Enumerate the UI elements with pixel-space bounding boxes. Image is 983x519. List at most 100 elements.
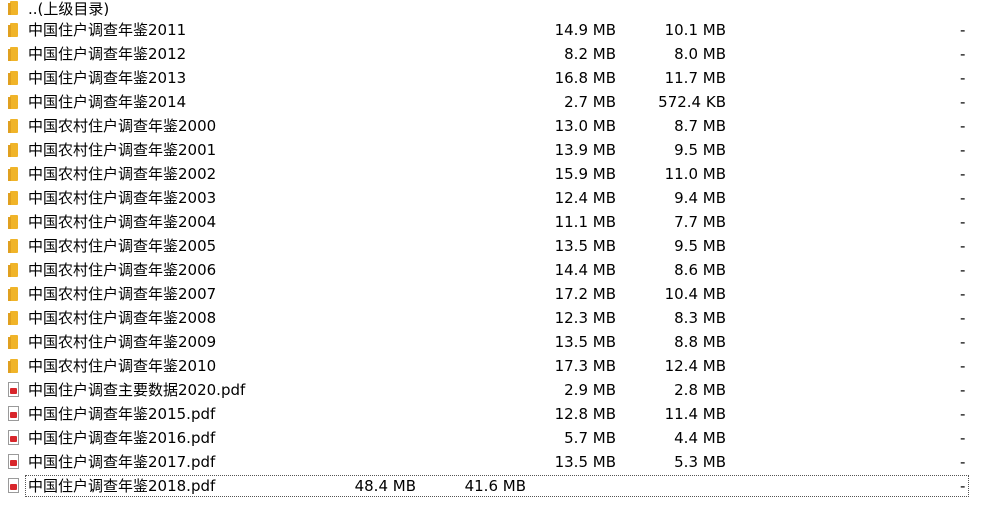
file-size: 12.3 MB — [554, 309, 616, 327]
extra-column-value: - — [960, 357, 966, 375]
file-size: 14.4 MB — [554, 261, 616, 279]
pdf-file-icon — [7, 478, 21, 494]
file-size: 17.2 MB — [554, 285, 616, 303]
folder-icon — [7, 142, 21, 158]
extra-column-value: - — [960, 453, 966, 471]
file-size: 13.9 MB — [554, 141, 616, 159]
file-size: 8.2 MB — [564, 45, 616, 63]
folder-icon — [7, 46, 21, 62]
folder-icon — [7, 310, 21, 326]
file-name: 中国住户调查年鉴2013 — [28, 69, 187, 87]
packed-size: 9.4 MB — [674, 189, 726, 207]
folder-row[interactable]: 中国农村住户调查年鉴2004 11.1 MB 7.7 MB - — [0, 210, 983, 234]
file-name: 中国住户调查年鉴2011 — [28, 21, 187, 39]
extra-column-value: - — [960, 189, 966, 207]
file-name: 中国住户调查年鉴2017.pdf — [28, 453, 216, 471]
file-list: ..(上级目录) 中国住户调查年鉴2011 14.9 MB 10.1 MB - 中国住户… — [0, 0, 983, 498]
file-size: 12.8 MB — [554, 405, 616, 423]
packed-size: 10.4 MB — [664, 285, 726, 303]
extra-column-value: - — [960, 45, 966, 63]
extra-column-value: - — [960, 21, 966, 39]
packed-size: 11.7 MB — [664, 69, 726, 87]
packed-size: 2.8 MB — [674, 381, 726, 399]
folder-row[interactable]: 中国农村住户调查年鉴2002 15.9 MB 11.0 MB - — [0, 162, 983, 186]
folder-row[interactable]: 中国农村住户调查年鉴2006 14.4 MB 8.6 MB - — [0, 258, 983, 282]
folder-icon — [7, 190, 21, 206]
file-size: 2.9 MB — [564, 381, 616, 399]
extra-column-value: - — [960, 69, 966, 87]
folder-icon — [7, 358, 21, 374]
folder-icon — [7, 166, 21, 182]
extra-column-value: - — [960, 93, 966, 111]
folder-icon — [7, 0, 21, 16]
packed-size: 5.3 MB — [674, 453, 726, 471]
file-name: 中国农村住户调查年鉴2006 — [28, 261, 217, 279]
packed-size: 9.5 MB — [674, 237, 726, 255]
file-name: 中国住户调查年鉴2015.pdf — [28, 405, 216, 423]
folder-row[interactable]: 中国住户调查年鉴2011 14.9 MB 10.1 MB - — [0, 18, 983, 42]
file-size: 48.4 MB — [354, 477, 416, 495]
folder-row[interactable]: 中国住户调查年鉴2012 8.2 MB 8.0 MB - — [0, 42, 983, 66]
packed-size: 7.7 MB — [674, 213, 726, 231]
extra-column-value: - — [960, 333, 966, 351]
folder-icon — [7, 238, 21, 254]
folder-row[interactable]: 中国住户调查年鉴2013 16.8 MB 11.7 MB - — [0, 66, 983, 90]
extra-column-value: - — [960, 381, 966, 399]
file-name: 中国农村住户调查年鉴2001 — [28, 141, 217, 159]
extra-column-value: - — [960, 405, 966, 423]
parent-directory-row[interactable]: ..(上级目录) — [0, 0, 983, 18]
file-name: 中国住户调查年鉴2016.pdf — [28, 429, 216, 447]
packed-size: 8.0 MB — [674, 45, 726, 63]
file-name: 中国农村住户调查年鉴2008 — [28, 309, 217, 327]
packed-size: 8.6 MB — [674, 261, 726, 279]
file-row[interactable]: 中国住户调查年鉴2017.pdf 13.5 MB 5.3 MB - — [0, 450, 983, 474]
file-name: 中国农村住户调查年鉴2004 — [28, 213, 217, 231]
file-size: 17.3 MB — [554, 357, 616, 375]
file-row[interactable]: 中国住户调查年鉴2015.pdf 12.8 MB 11.4 MB - — [0, 402, 983, 426]
extra-column-value: - — [960, 141, 966, 159]
packed-size: 11.4 MB — [664, 405, 726, 423]
file-size: 15.9 MB — [554, 165, 616, 183]
file-size: 11.1 MB — [554, 213, 616, 231]
packed-size: 10.1 MB — [664, 21, 726, 39]
packed-size: 9.5 MB — [674, 141, 726, 159]
packed-size: 572.4 KB — [658, 93, 726, 111]
folder-row[interactable]: 中国农村住户调查年鉴2008 12.3 MB 8.3 MB - — [0, 306, 983, 330]
folder-row[interactable]: 中国农村住户调查年鉴2007 17.2 MB 10.4 MB - — [0, 282, 983, 306]
folder-row[interactable]: 中国农村住户调查年鉴2000 13.0 MB 8.7 MB - — [0, 114, 983, 138]
folder-icon — [7, 118, 21, 134]
extra-column-value: - — [960, 117, 966, 135]
folder-icon — [7, 70, 21, 86]
file-name: 中国农村住户调查年鉴2000 — [28, 117, 217, 135]
folder-row[interactable]: 中国农村住户调查年鉴2001 13.9 MB 9.5 MB - — [0, 138, 983, 162]
file-name: 中国住户调查年鉴2014 — [28, 93, 187, 111]
pdf-file-icon — [7, 454, 21, 470]
folder-icon — [7, 334, 21, 350]
folder-row[interactable]: 中国农村住户调查年鉴2010 17.3 MB 12.4 MB - — [0, 354, 983, 378]
file-size: 13.5 MB — [554, 237, 616, 255]
extra-column-value: - — [960, 477, 966, 495]
folder-icon — [7, 22, 21, 38]
folder-row[interactable]: 中国住户调查年鉴2014 2.7 MB 572.4 KB - — [0, 90, 983, 114]
folder-icon — [7, 286, 21, 302]
file-row[interactable]: 中国住户调查主要数据2020.pdf 2.9 MB 2.8 MB - — [0, 378, 983, 402]
packed-size: 41.6 MB — [464, 477, 526, 495]
packed-size: 11.0 MB — [664, 165, 726, 183]
folder-row[interactable]: 中国农村住户调查年鉴2005 13.5 MB 9.5 MB - — [0, 234, 983, 258]
packed-size: 8.3 MB — [674, 309, 726, 327]
packed-size: 8.7 MB — [674, 117, 726, 135]
file-name: 中国农村住户调查年鉴2010 — [28, 357, 217, 375]
file-name: 中国农村住户调查年鉴2002 — [28, 165, 217, 183]
folder-icon — [7, 214, 21, 230]
folder-row[interactable]: 中国农村住户调查年鉴2003 12.4 MB 9.4 MB - — [0, 186, 983, 210]
file-name: 中国农村住户调查年鉴2009 — [28, 333, 217, 351]
packed-size: 12.4 MB — [664, 357, 726, 375]
folder-icon — [7, 262, 21, 278]
file-size: 13.5 MB — [554, 453, 616, 471]
file-row[interactable]: 中国住户调查年鉴2016.pdf 5.7 MB 4.4 MB - — [0, 426, 983, 450]
file-size: 13.0 MB — [554, 117, 616, 135]
folder-row[interactable]: 中国农村住户调查年鉴2009 13.5 MB 8.8 MB - — [0, 330, 983, 354]
file-row[interactable]: 中国住户调查年鉴2018.pdf 48.4 MB 41.6 MB - — [8, 474, 970, 498]
folder-icon — [7, 94, 21, 110]
packed-size: 8.8 MB — [674, 333, 726, 351]
